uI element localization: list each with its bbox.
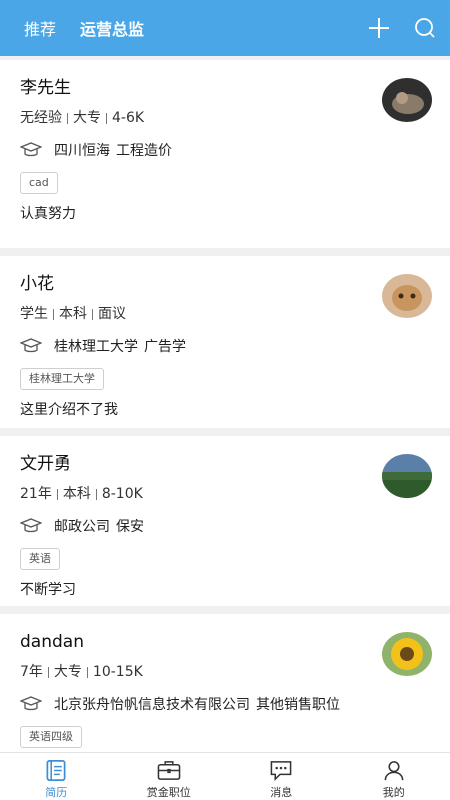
- school: 邮政公司: [54, 519, 110, 535]
- major: 其他销售职位: [256, 697, 340, 713]
- divider: [95, 488, 97, 500]
- salary: 4-6K: [112, 110, 145, 126]
- top-bar: 推荐 运营总监: [0, 0, 450, 56]
- nav-label: 赏金职位: [146, 786, 191, 799]
- candidate-meta: 学生 本科 面议: [20, 304, 430, 324]
- divider: [53, 308, 54, 320]
- education-level: 大专: [73, 110, 101, 126]
- resume-card[interactable]: 李先生 无经验 大专 4-6K 四川恒海 工程造价 cad 认真努力: [0, 60, 450, 248]
- candidate-name: dandan: [20, 632, 84, 652]
- divider: [92, 308, 93, 320]
- skill-tag: 英语四级: [20, 726, 82, 748]
- graduation-cap-icon: [20, 338, 42, 353]
- avatar: [382, 274, 432, 318]
- education-row: 桂林理工大学 广告学: [20, 336, 430, 356]
- salary: 面议: [98, 306, 126, 322]
- education-row: 北京张舟怡帆信息技术有限公司 其他销售职位: [20, 694, 430, 714]
- divider: [67, 112, 68, 124]
- graduation-cap-icon: [20, 696, 42, 711]
- school: 北京张舟怡帆信息技术有限公司: [54, 697, 250, 713]
- resume-icon: [46, 760, 66, 781]
- nav-resume[interactable]: 简历: [0, 753, 113, 800]
- education-level: 本科: [59, 306, 87, 322]
- education-level: 本科: [62, 486, 91, 502]
- divider: [106, 112, 107, 124]
- add-icon[interactable]: [366, 15, 392, 41]
- nav-profile[interactable]: 我的: [338, 753, 450, 800]
- tab-recommended[interactable]: 推荐: [24, 16, 56, 40]
- nav-bounty-jobs[interactable]: 赏金职位: [113, 753, 226, 800]
- experience: 无经验: [20, 110, 62, 126]
- candidate-name: 文开勇: [20, 454, 71, 474]
- school: 桂林理工大学: [54, 339, 138, 355]
- major: 广告学: [144, 339, 186, 355]
- candidate-name: 小花: [20, 274, 54, 294]
- major: 保安: [116, 519, 144, 535]
- candidate-meta: 7年 大专 10-15K: [20, 662, 430, 682]
- salary: 8-10K: [101, 486, 143, 502]
- avatar: [382, 78, 432, 122]
- experience: 7年: [20, 664, 43, 680]
- nav-label: 消息: [270, 786, 293, 799]
- graduation-cap-icon: [20, 142, 42, 157]
- avatar: [382, 632, 432, 676]
- nav-label: 简历: [45, 786, 68, 799]
- graduation-cap-icon: [20, 518, 42, 533]
- divider: [56, 488, 58, 500]
- self-intro: 这里介绍不了我: [20, 402, 118, 418]
- resume-card[interactable]: 小花 学生 本科 面议 桂林理工大学 广告学 桂林理工大学 这里介绍不了我: [0, 256, 450, 428]
- education-row: 邮政公司 保安: [20, 516, 430, 536]
- nav-messages[interactable]: 消息: [225, 753, 338, 800]
- school: 四川恒海: [54, 143, 110, 159]
- skill-tag: cad: [20, 172, 58, 194]
- education-row: 四川恒海 工程造价: [20, 140, 430, 160]
- skill-tag: 桂林理工大学: [20, 368, 104, 390]
- nav-label: 我的: [382, 786, 405, 799]
- message-icon: [270, 761, 292, 781]
- resume-card[interactable]: 文开勇 21年 本科 8-10K 邮政公司 保安 英语 不断学习: [0, 436, 450, 606]
- salary: 10-15K: [92, 664, 143, 680]
- major: 工程造价: [116, 143, 172, 159]
- self-intro: 认真努力: [20, 206, 76, 222]
- education-level: 大专: [53, 664, 82, 680]
- skill-tag: 英语: [20, 548, 60, 570]
- bottom-navigation: 简历 赏金职位 消息 我的: [0, 752, 450, 800]
- self-intro: 不断学习: [20, 582, 76, 598]
- tab-operations-director[interactable]: 运营总监: [80, 16, 144, 40]
- resume-list: 李先生 无经验 大专 4-6K 四川恒海 工程造价 cad 认真努力 小花 学生…: [0, 60, 450, 782]
- divider: [86, 666, 88, 678]
- experience: 学生: [20, 306, 48, 322]
- candidate-name: 李先生: [20, 78, 71, 98]
- experience: 21年: [20, 486, 52, 502]
- candidate-meta: 无经验 大专 4-6K: [20, 108, 430, 128]
- divider: [47, 666, 49, 678]
- resume-card[interactable]: dandan 7年 大专 10-15K 北京张舟怡帆信息技术有限公司 其他销售职…: [0, 614, 450, 774]
- user-icon: [384, 761, 404, 781]
- candidate-meta: 21年 本科 8-10K: [20, 484, 430, 504]
- search-icon[interactable]: [412, 15, 438, 41]
- avatar: [382, 454, 432, 498]
- briefcase-icon: [157, 761, 181, 780]
